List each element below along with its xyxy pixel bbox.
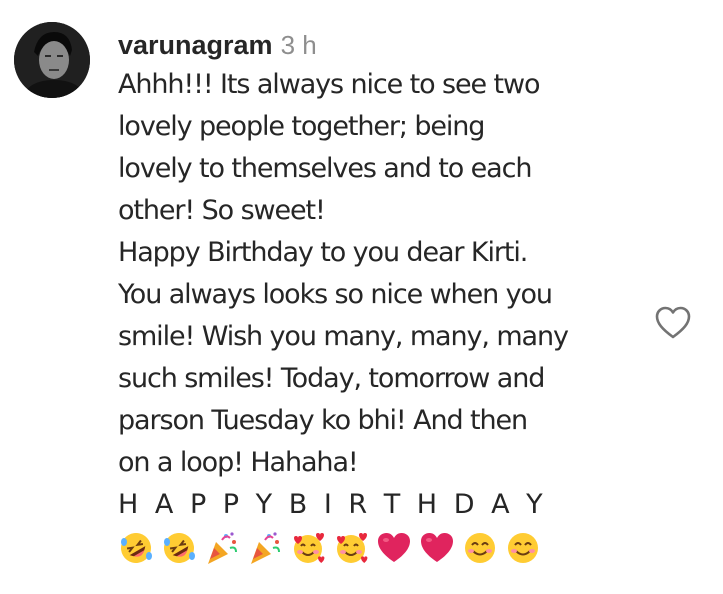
comment-line: other! So sweet! [118, 195, 326, 226]
party-popper-emoji [251, 532, 280, 564]
happy-birthday-line: H A P P Y B I R T H D A Y [118, 489, 547, 520]
comment-meta: varunagram 3 h [118, 26, 638, 64]
comment-line: such smiles! Today, tomorrow and [118, 363, 545, 394]
comment-line: Happy Birthday to you dear Kirti. [118, 237, 528, 268]
comment-line: smile! Wish you many, many, many [118, 321, 569, 352]
red-heart-emoji [378, 533, 410, 562]
emoji-row [118, 528, 638, 568]
username-link[interactable]: varunagram [118, 30, 273, 60]
comment-line: parson Tuesday ko bhi! And then [118, 405, 528, 436]
smiling-face-with-hearts-emoji [294, 533, 325, 563]
comment-body: varunagram 3 h Ahhh!!! Its always nice to… [118, 26, 638, 568]
avatar-image [14, 22, 90, 98]
avatar[interactable] [14, 22, 90, 98]
comment-text: Ahhh!!! Its always nice to see two lovel… [118, 64, 638, 526]
rolling-laughing-emoji [121, 533, 152, 563]
comment-line: Ahhh!!! Its always nice to see two [118, 69, 540, 100]
comment-line: lovely people together; being [118, 111, 485, 142]
comment-timestamp[interactable]: 3 h [281, 30, 317, 60]
comment-line: on a loop! Hahaha! [118, 447, 359, 478]
smiling-face-emoji [465, 533, 495, 563]
like-button[interactable] [652, 302, 694, 344]
rolling-laughing-emoji [164, 533, 195, 563]
comment-line: You always looks so nice when you [118, 279, 553, 310]
smiling-face-emoji [508, 533, 538, 563]
heart-outline-icon [655, 306, 691, 339]
red-heart-emoji [421, 533, 453, 562]
smiling-face-with-hearts-emoji [337, 533, 368, 563]
comment-line: lovely to themselves and to each [118, 153, 532, 184]
comment: varunagram 3 h Ahhh!!! Its always nice to… [0, 0, 723, 594]
party-popper-emoji [208, 532, 237, 564]
